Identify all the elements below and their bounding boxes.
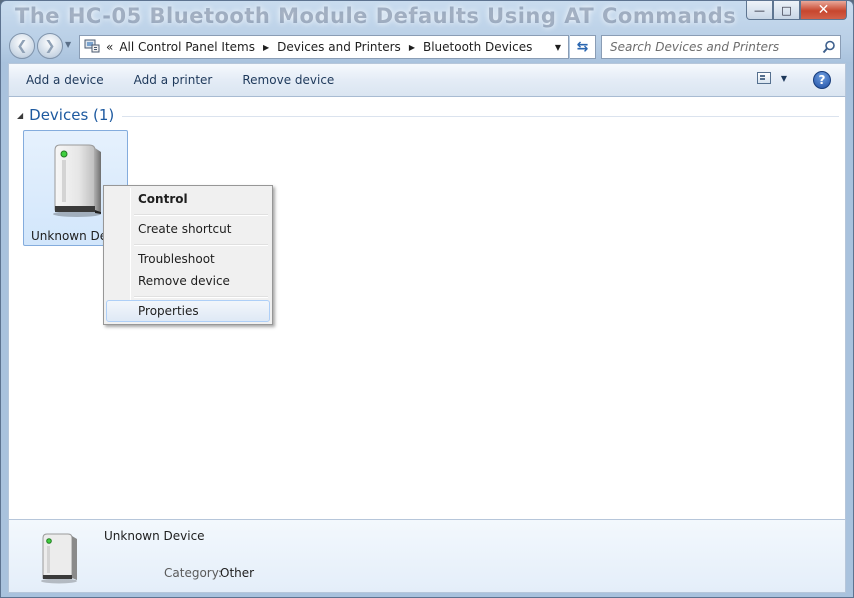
forward-button[interactable]: ❯	[37, 33, 63, 59]
menu-item-control[interactable]: Control	[106, 188, 270, 210]
back-button[interactable]: ❮	[9, 33, 35, 59]
details-category-label: Category:	[164, 566, 222, 580]
device-context-menu: Control Create shortcut Troubleshoot Rem…	[103, 185, 273, 325]
breadcrumb-overflow-button[interactable]: «	[106, 40, 113, 54]
back-arrow-icon: ❮	[16, 38, 28, 54]
address-dropdown-button[interactable]: ▼	[550, 36, 566, 58]
devices-group-title: Devices (1)	[29, 106, 115, 124]
window-title: The HC-05 Bluetooth Module Defaults Usin…	[15, 4, 737, 28]
close-button[interactable]: ✕	[800, 1, 847, 20]
recent-pages-button[interactable]: ▼	[65, 40, 71, 49]
change-view-icon	[756, 72, 771, 84]
collapse-arrow-icon[interactable]: ◢	[17, 111, 23, 120]
add-device-button[interactable]: Add a device	[9, 67, 119, 93]
menu-item-troubleshoot[interactable]: Troubleshoot	[106, 248, 270, 270]
address-bar[interactable]: « All Control Panel Items ▶ Devices and …	[79, 35, 569, 59]
help-button[interactable]: ?	[813, 71, 831, 89]
breadcrumb-item-devices-and-printers[interactable]: Devices and Printers	[277, 40, 401, 54]
menu-item-properties[interactable]: Properties	[106, 300, 270, 322]
search-input[interactable]	[602, 37, 818, 57]
tower-device-icon	[53, 144, 101, 217]
menu-separator	[134, 214, 268, 216]
menu-separator	[134, 244, 268, 246]
explorer-window: The HC-05 Bluetooth Module Defaults Usin…	[0, 0, 854, 598]
search-box[interactable]	[601, 35, 841, 59]
details-device-name: Unknown Device	[104, 529, 205, 543]
details-pane: Unknown Device Category: Other	[8, 519, 846, 593]
breadcrumb-item-all-control-panel-items[interactable]: All Control Panel Items	[119, 40, 255, 54]
control-panel-icon	[82, 37, 102, 57]
caption-buttons: — □ ✕	[746, 1, 847, 20]
menu-item-remove-device[interactable]: Remove device	[106, 270, 270, 292]
menu-item-create-shortcut[interactable]: Create shortcut	[106, 218, 270, 240]
menu-separator	[134, 296, 268, 298]
change-view-button[interactable]: ▼	[756, 72, 787, 84]
help-icon: ?	[818, 73, 826, 87]
breadcrumb-separator-icon[interactable]: ▶	[263, 43, 269, 52]
minimize-button[interactable]: —	[746, 1, 773, 20]
remove-device-toolbar-button[interactable]: Remove device	[227, 67, 349, 93]
breadcrumb-separator-icon[interactable]: ▶	[409, 43, 415, 52]
details-category-value: Other	[220, 566, 255, 580]
view-dropdown-icon[interactable]: ▼	[781, 74, 787, 83]
breadcrumb-item-bluetooth-devices[interactable]: Bluetooth Devices	[423, 40, 532, 54]
maximize-button[interactable]: □	[773, 1, 800, 20]
refresh-icon: ⇆	[576, 39, 589, 55]
group-divider	[122, 115, 839, 117]
forward-arrow-icon: ❯	[44, 38, 56, 54]
magnifier-icon[interactable]	[818, 40, 840, 54]
command-bar: Add a device Add a printer Remove device…	[8, 63, 846, 97]
navigation-bar: ❮ ❯ ▼ « All Control Panel Items ▶ Device…	[1, 31, 853, 61]
add-printer-button[interactable]: Add a printer	[119, 67, 228, 93]
tower-device-icon	[41, 533, 77, 584]
refresh-button[interactable]: ⇆	[570, 35, 596, 59]
devices-group-header[interactable]: ◢ Devices (1)	[17, 106, 839, 124]
